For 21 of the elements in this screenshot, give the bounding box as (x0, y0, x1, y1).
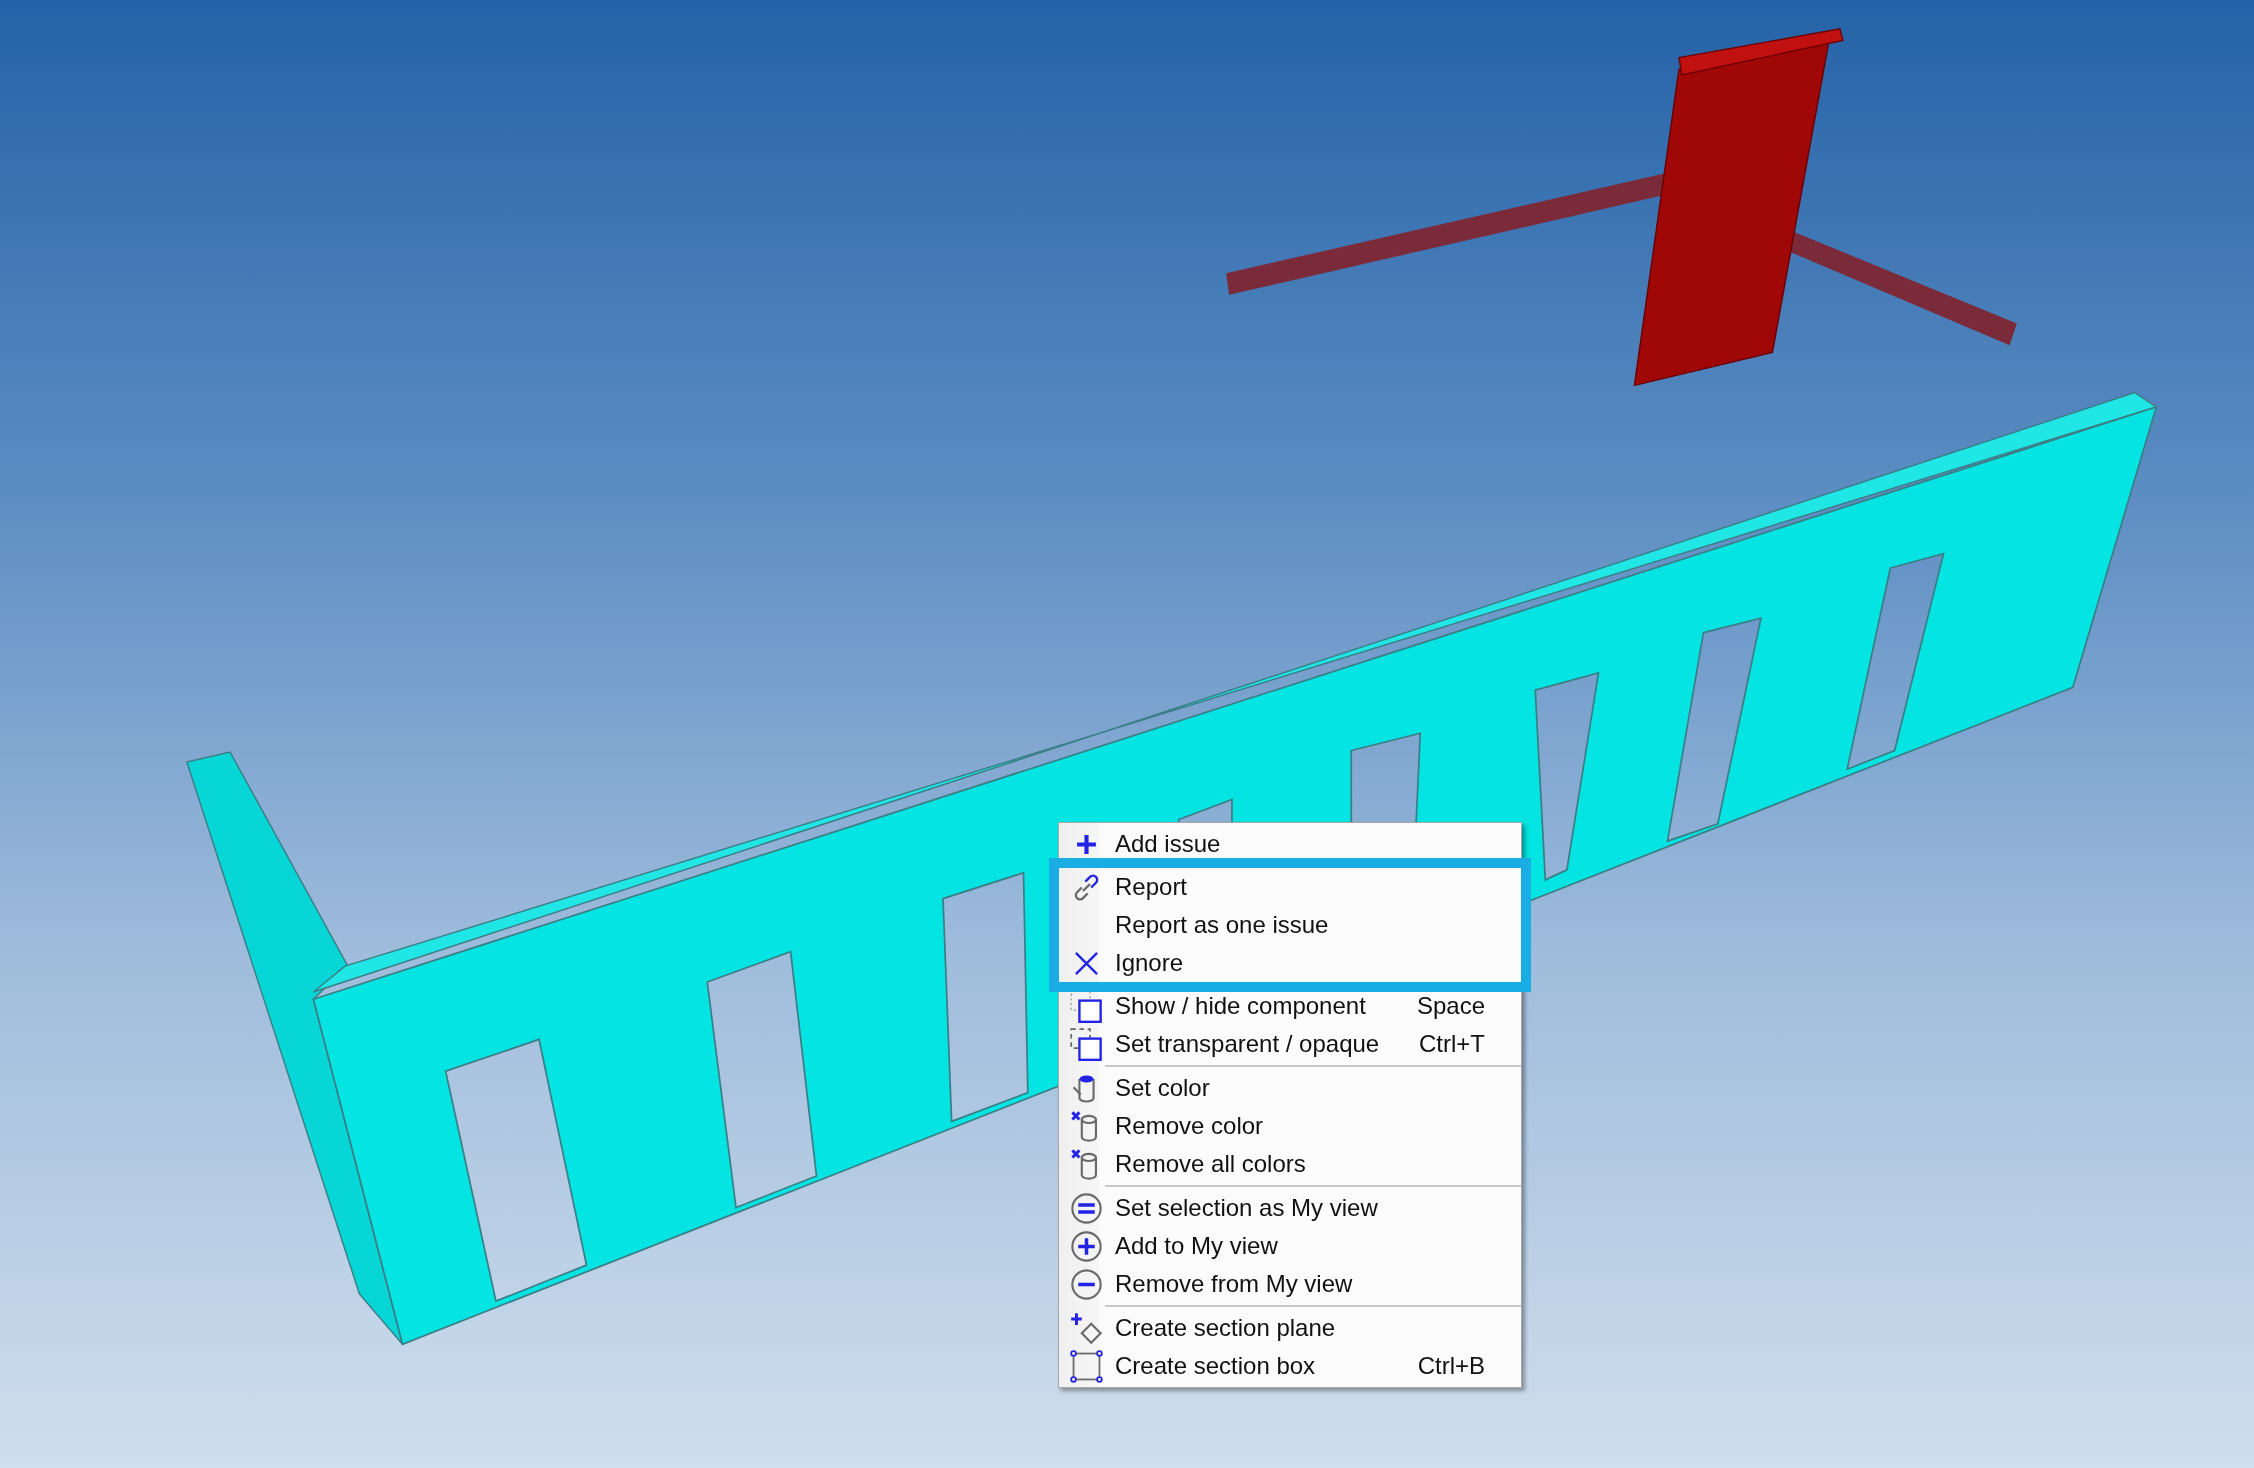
menu-item[interactable]: Remove from My view (1059, 1265, 1521, 1303)
menu-item[interactable]: Add issue (1059, 825, 1521, 863)
circle-equals-icon (1069, 1191, 1103, 1225)
menu-item[interactable]: Remove all colors (1059, 1145, 1521, 1183)
menu-item[interactable]: Remove color (1059, 1107, 1521, 1145)
circle-plus-icon (1069, 1229, 1103, 1263)
menu-item[interactable]: Show / hide component Space (1059, 987, 1521, 1025)
box-icon (1069, 1349, 1103, 1383)
menu-item[interactable]: Set color (1059, 1069, 1521, 1107)
menu-item[interactable]: Report as one issue (1059, 906, 1521, 944)
menu-item[interactable]: Set selection as My view (1059, 1189, 1521, 1227)
circle-minus-icon (1069, 1267, 1103, 1301)
menu-item[interactable]: Ignore (1059, 944, 1521, 982)
menu-item[interactable]: Report (1059, 868, 1521, 906)
menu-item[interactable]: Create section plane (1059, 1309, 1521, 1347)
square-icon (1069, 1027, 1103, 1061)
menu-item[interactable]: Add to My view (1059, 1227, 1521, 1265)
square-icon (1069, 989, 1103, 1023)
menu-item[interactable]: Set transparent / opaque Ctrl+T (1059, 1025, 1521, 1063)
menu-item[interactable]: Create section box Ctrl+B (1059, 1347, 1521, 1385)
diamond-icon (1069, 1311, 1103, 1345)
